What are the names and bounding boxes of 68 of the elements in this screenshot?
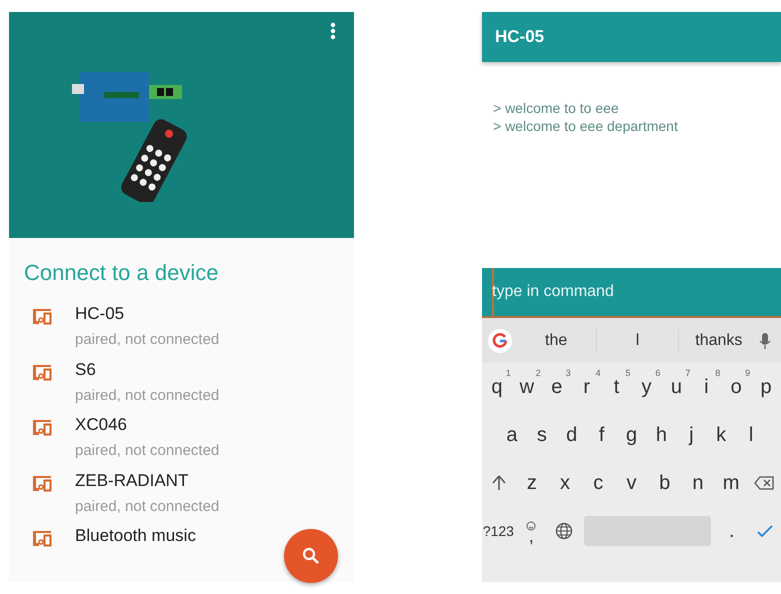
key[interactable]: j — [676, 413, 706, 457]
comma-key[interactable]: , — [514, 509, 548, 553]
key[interactable]: . — [715, 509, 748, 553]
symbols-key[interactable]: ?123 — [482, 509, 515, 553]
key[interactable]: w 2 — [512, 365, 542, 409]
key[interactable]: n — [681, 461, 715, 505]
search-button[interactable] — [284, 529, 338, 583]
key-hint: 1 — [506, 368, 511, 378]
search-icon — [301, 546, 321, 566]
backspace-icon — [753, 474, 776, 492]
key[interactable]: e 3 — [542, 365, 572, 409]
device-name[interactable]: ZEB-RADIANT — [75, 470, 220, 491]
key-hint: 8 — [715, 368, 720, 378]
key[interactable]: o 9 — [721, 365, 752, 409]
globe-icon — [555, 522, 574, 540]
app-title: HC-05 — [495, 27, 544, 47]
key-hint: 6 — [655, 368, 660, 378]
key[interactable]: a — [497, 413, 527, 457]
key[interactable]: y 6 — [632, 365, 662, 409]
key[interactable]: c — [582, 461, 615, 505]
key-hint: 7 — [685, 368, 690, 378]
device-status: paired, not connected — [75, 331, 220, 348]
device-name[interactable]: Bluetooth music — [75, 526, 196, 546]
key[interactable]: r 4 — [572, 365, 602, 409]
shift-icon — [490, 474, 508, 492]
device-name[interactable]: HC-05 — [75, 304, 220, 324]
section-heading: Connect to a device — [24, 260, 220, 286]
key[interactable]: d — [556, 413, 587, 457]
terminal-message: > welcome to eee department — [493, 117, 679, 135]
suggestion[interactable]: l — [597, 328, 679, 352]
key[interactable]: t 5 — [602, 365, 632, 409]
google-logo-icon[interactable] — [488, 328, 512, 352]
suggestion[interactable]: thanks — [678, 328, 759, 352]
key[interactable]: m — [714, 461, 748, 505]
key[interactable]: f — [586, 413, 617, 457]
key[interactable]: b — [648, 461, 682, 505]
key[interactable]: z — [515, 461, 548, 505]
device-status: paired, not connected — [75, 442, 220, 460]
key[interactable]: h — [646, 413, 676, 457]
key[interactable]: l — [736, 413, 766, 457]
key[interactable]: u 7 — [661, 365, 692, 409]
devices-icon — [31, 418, 53, 436]
devices-icon — [31, 529, 53, 548]
smiley-icon — [526, 521, 536, 531]
device-status: paired, not connected — [75, 498, 220, 515]
suggestion[interactable]: the — [516, 328, 598, 352]
key[interactable]: g — [616, 413, 646, 457]
key-hint: 9 — [745, 368, 750, 378]
key[interactable]: k — [706, 413, 736, 457]
key-hint: 3 — [566, 368, 571, 378]
terminal-message: > welcome to to eee — [493, 99, 620, 117]
devices-icon — [31, 362, 53, 381]
key[interactable]: i 8 — [691, 365, 722, 409]
key-hint: 4 — [596, 368, 601, 378]
device-name[interactable]: XC046 — [75, 415, 220, 436]
devices-icon — [31, 474, 53, 492]
key[interactable]: q 1 — [482, 365, 512, 409]
microphone-icon[interactable] — [758, 332, 771, 350]
key[interactable]: s — [526, 413, 557, 457]
key[interactable]: v — [614, 461, 648, 505]
device-status: paired, not connected — [75, 386, 220, 404]
devices-icon — [31, 307, 53, 325]
more-options-icon[interactable] — [330, 22, 336, 40]
device-name[interactable]: S6 — [75, 360, 220, 380]
key[interactable]: p — [751, 365, 781, 409]
key-hint: 2 — [536, 368, 541, 378]
key[interactable]: x — [548, 461, 582, 505]
key-hint: 5 — [626, 368, 631, 378]
